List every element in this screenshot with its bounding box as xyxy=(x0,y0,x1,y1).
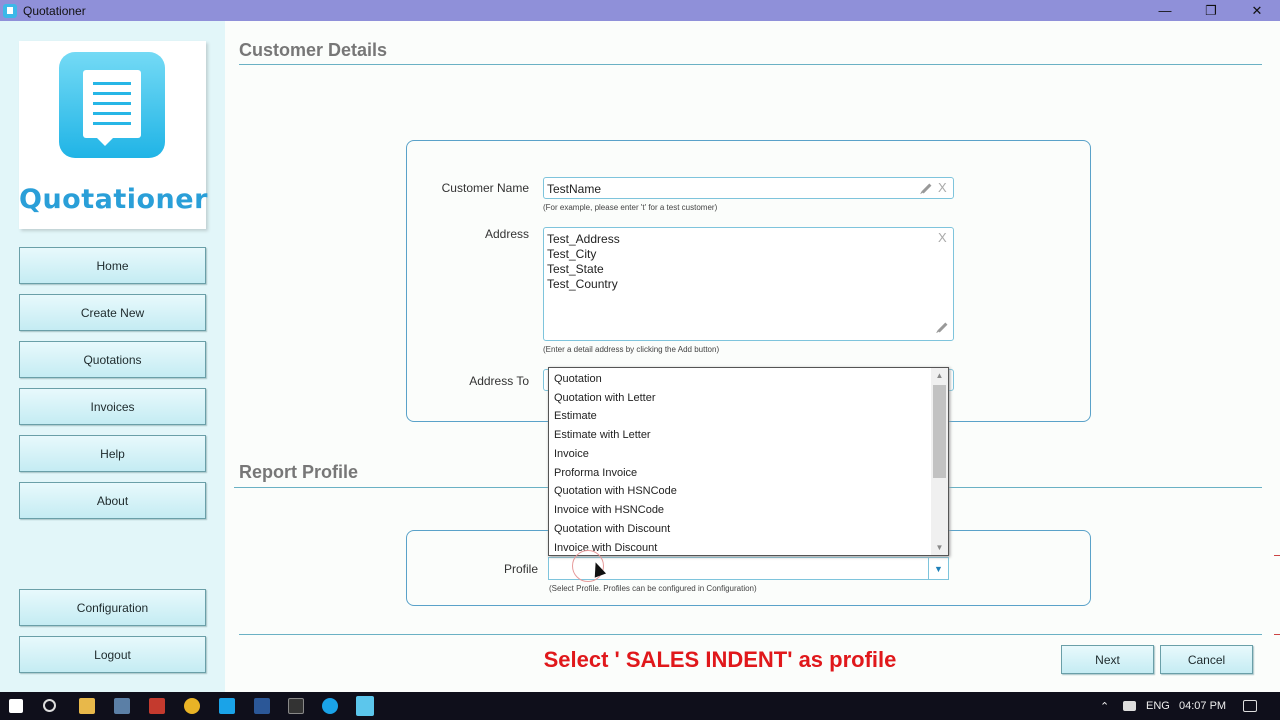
section-divider xyxy=(239,64,1262,65)
address-value: Test_Address Test_City Test_State Test_C… xyxy=(547,232,620,291)
search-icon[interactable] xyxy=(43,699,56,712)
edge-mark xyxy=(1274,634,1280,635)
notification-icon[interactable] xyxy=(1243,700,1257,712)
customer-name-value: TestName xyxy=(547,182,602,196)
logo-text: Quotationer xyxy=(19,184,208,215)
sidebar: Quotationer Home Create New Quotations I… xyxy=(0,21,225,692)
edit-icon[interactable] xyxy=(937,322,948,333)
profile-option[interactable]: Quotation with HSNCode xyxy=(554,482,677,501)
address-field[interactable]: Test_Address Test_City Test_State Test_C… xyxy=(543,227,954,341)
profile-label: Profile xyxy=(503,562,538,576)
logo: Quotationer xyxy=(19,41,208,229)
customer-name-hint: (For example, please enter 't' for a tes… xyxy=(543,203,718,212)
footer-divider xyxy=(239,634,1262,635)
logout-button[interactable]: Logout xyxy=(19,636,206,673)
cancel-button[interactable]: Cancel xyxy=(1160,645,1253,674)
chrome-icon[interactable] xyxy=(184,698,200,714)
profile-hint: (Select Profile. Profiles can be configu… xyxy=(549,584,757,593)
scroll-down-icon[interactable]: ▼ xyxy=(931,543,948,552)
skype-icon[interactable] xyxy=(219,698,235,714)
title-bar: Quotationer — ❐ ✕ xyxy=(0,0,1280,21)
profile-select[interactable]: ▼ xyxy=(548,557,949,580)
file-explorer-icon[interactable] xyxy=(79,698,95,714)
profile-option[interactable]: Estimate xyxy=(554,407,597,426)
profile-dropdown-list: Quotation Quotation with Letter Estimate… xyxy=(548,367,949,556)
create-new-button[interactable]: Create New xyxy=(19,294,206,331)
document-icon xyxy=(59,52,165,158)
customer-name-label: Customer Name xyxy=(441,181,529,195)
about-button[interactable]: About xyxy=(19,482,206,519)
window-title: Quotationer xyxy=(23,3,86,18)
configuration-button[interactable]: Configuration xyxy=(19,589,206,626)
edge-mark xyxy=(1274,555,1280,556)
clock[interactable]: 04:07 PM xyxy=(1179,700,1226,712)
profile-option[interactable]: Estimate with Letter xyxy=(554,426,651,445)
next-button[interactable]: Next xyxy=(1061,645,1154,674)
instruction-caption: Select ' SALES INDENT' as profile xyxy=(543,647,897,672)
app-icon xyxy=(3,3,17,18)
edit-icon[interactable] xyxy=(921,183,932,194)
windows-start-icon[interactable] xyxy=(9,699,23,713)
customer-name-field[interactable]: TestName X xyxy=(543,177,954,199)
chevron-up-icon[interactable]: ⌃ xyxy=(1100,700,1109,713)
app-icon[interactable] xyxy=(149,698,165,714)
address-hint: (Enter a detail address by clicking the … xyxy=(543,345,720,354)
scroll-thumb[interactable] xyxy=(933,385,946,478)
address-label: Address xyxy=(484,227,529,241)
taskbar: ⌃ ENG 04:07 PM xyxy=(0,692,1280,720)
profile-option[interactable]: Quotation xyxy=(554,370,602,389)
battery-icon[interactable] xyxy=(1123,701,1136,711)
address-to-label: Address To xyxy=(469,374,529,388)
quotationer-icon[interactable] xyxy=(356,696,374,716)
customer-details-title: Customer Details xyxy=(239,40,388,60)
profile-option[interactable]: Quotation with Discount xyxy=(554,520,670,539)
dropdown-arrow-icon[interactable]: ▼ xyxy=(928,558,948,579)
profile-option[interactable]: Proforma Invoice xyxy=(554,464,637,483)
quotations-button[interactable]: Quotations xyxy=(19,341,206,378)
clear-icon[interactable]: X xyxy=(938,230,947,245)
restore-button[interactable]: ❐ xyxy=(1188,0,1234,21)
invoices-button[interactable]: Invoices xyxy=(19,388,206,425)
home-button[interactable]: Home xyxy=(19,247,206,284)
terminal-icon[interactable] xyxy=(288,698,304,714)
close-button[interactable]: ✕ xyxy=(1234,0,1280,21)
dropdown-scrollbar[interactable]: ▲ ▼ xyxy=(931,368,948,555)
profile-option[interactable]: Invoice xyxy=(554,445,589,464)
profile-option[interactable]: Quotation with Letter xyxy=(554,389,656,408)
skype-icon[interactable] xyxy=(322,698,338,714)
minimize-button[interactable]: — xyxy=(1142,0,1188,21)
clear-icon[interactable]: X xyxy=(938,180,947,195)
report-profile-title: Report Profile xyxy=(239,462,359,482)
word-icon[interactable] xyxy=(254,698,270,714)
scroll-up-icon[interactable]: ▲ xyxy=(931,371,948,380)
language-indicator[interactable]: ENG xyxy=(1146,700,1170,712)
keyboard-icon[interactable] xyxy=(114,698,130,714)
profile-option[interactable]: Invoice with HSNCode xyxy=(554,501,664,520)
help-button[interactable]: Help xyxy=(19,435,206,472)
profile-option[interactable]: Invoice with Discount xyxy=(554,539,657,555)
